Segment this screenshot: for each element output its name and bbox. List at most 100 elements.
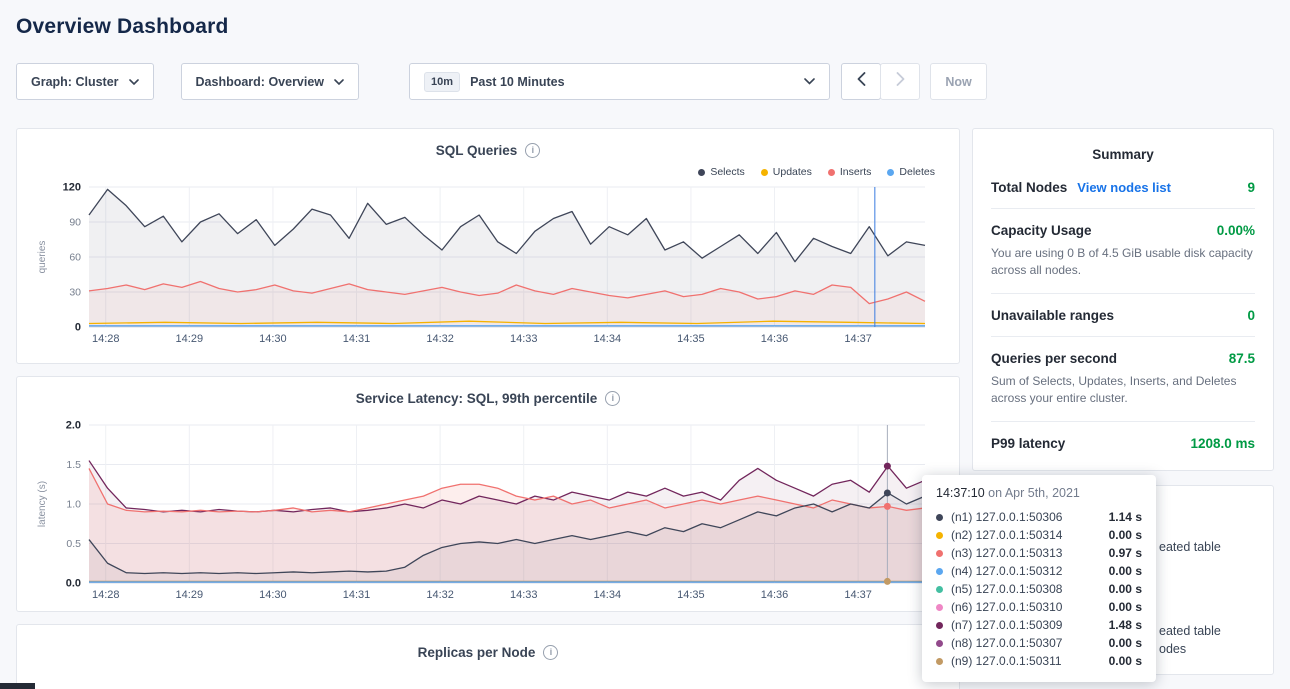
node-color-dot-icon [936, 604, 943, 611]
svg-text:14:33: 14:33 [510, 333, 538, 345]
prev-time-button[interactable] [841, 63, 881, 100]
svg-text:14:30: 14:30 [259, 333, 287, 345]
tooltip-node-value: 0.00 s [1109, 564, 1142, 578]
svg-text:0.5: 0.5 [66, 538, 81, 550]
legend-label: Inserts [840, 166, 872, 178]
tooltip-node-label: (n3) 127.0.0.1:50313 [951, 546, 1062, 560]
info-icon[interactable] [605, 391, 620, 406]
legend-item-deletes[interactable]: Deletes [887, 165, 935, 179]
sql-queries-title: SQL Queries [436, 143, 518, 158]
tooltip-node-label: (n1) 127.0.0.1:50306 [951, 510, 1062, 524]
info-icon[interactable] [543, 645, 558, 660]
svg-text:14:33: 14:33 [510, 589, 538, 601]
node-color-dot-icon [936, 658, 943, 665]
node-color-dot-icon [936, 550, 943, 557]
tooltip-node-value: 0.00 s [1109, 528, 1142, 542]
legend-item-inserts[interactable]: Inserts [828, 165, 872, 179]
event-item-fragment: eated table [1159, 540, 1221, 554]
tooltip-node-value: 0.00 s [1109, 636, 1142, 650]
summary-rows: Total NodesView nodes list9Capacity Usag… [991, 166, 1255, 464]
summary-row-label: Total Nodes [991, 180, 1067, 195]
tooltip-node-value: 1.14 s [1109, 510, 1142, 524]
replicas-per-node-panel: Replicas per Node [16, 624, 960, 689]
svg-text:14:28: 14:28 [92, 333, 120, 345]
time-window-badge: 10m [424, 72, 460, 92]
svg-text:90: 90 [69, 217, 81, 229]
legend-label: Deletes [899, 166, 935, 178]
svg-text:14:36: 14:36 [761, 589, 789, 601]
chart-hover-tooltip: 14:37:10 on Apr 5th, 2021 (n1) 127.0.0.1… [922, 475, 1156, 682]
dashboard-dropdown[interactable]: Dashboard: Overview [181, 63, 360, 100]
chevron-down-icon [129, 79, 139, 85]
summary-row-value: 0 [1247, 308, 1255, 323]
tooltip-node-label: (n8) 127.0.0.1:50307 [951, 636, 1062, 650]
tooltip-rows: (n1) 127.0.0.1:50306 1.14 s (n2) 127.0.0.1… [936, 508, 1142, 670]
legend-item-updates[interactable]: Updates [761, 165, 812, 179]
tooltip-node-row: (n8) 127.0.0.1:50307 0.00 s [936, 634, 1142, 652]
summary-row: P99 latency 1208.0 ms [991, 422, 1255, 464]
summary-row-value: 1208.0 ms [1190, 436, 1255, 451]
event-item-fragment: eated table [1159, 624, 1221, 638]
summary-row: Unavailable ranges 0 [991, 294, 1255, 337]
page-title: Overview Dashboard [16, 15, 1274, 39]
tooltip-node-row: (n2) 127.0.0.1:503140.00 s [936, 526, 1142, 544]
tooltip-node-value: 0.00 s [1109, 654, 1142, 668]
replicas-per-node-title: Replicas per Node [418, 645, 536, 660]
tooltip-time: 14:37:10 [936, 486, 985, 500]
summary-row-value: 0.00% [1217, 223, 1255, 238]
chevron-left-icon [857, 72, 866, 91]
legend-dot-icon [761, 169, 768, 176]
svg-text:2.0: 2.0 [66, 420, 81, 432]
tooltip-node-value: 0.00 s [1109, 600, 1142, 614]
svg-text:60: 60 [69, 252, 81, 264]
summary-row-label: Unavailable ranges [991, 308, 1114, 323]
tooltip-node-label: (n4) 127.0.0.1:50312 [951, 564, 1062, 578]
tooltip-node-value: 1.48 s [1109, 618, 1142, 632]
legend-label: Selects [710, 166, 744, 178]
tooltip-node-row: (n9) 127.0.0.1:50311 0.00 s [936, 652, 1142, 670]
node-color-dot-icon [936, 622, 943, 629]
now-button[interactable]: Now [930, 63, 987, 100]
node-color-dot-icon [936, 532, 943, 539]
svg-text:14:29: 14:29 [176, 589, 204, 601]
svg-text:1.0: 1.0 [66, 499, 81, 511]
tooltip-date: on Apr 5th, 2021 [985, 486, 1080, 500]
svg-text:14:32: 14:32 [426, 589, 454, 601]
sql-queries-panel: SQL Queries Selects Updates Inserts Deletes… [16, 128, 960, 364]
time-window-dropdown[interactable]: 10m Past 10 Minutes [409, 63, 830, 100]
tooltip-node-label: (n6) 127.0.0.1:50310 [951, 600, 1062, 614]
tooltip-node-value: 0.00 s [1109, 582, 1142, 596]
tooltip-node-label: (n9) 127.0.0.1:50311 [951, 654, 1062, 668]
svg-text:14:28: 14:28 [92, 589, 120, 601]
legend-dot-icon [828, 169, 835, 176]
summary-row: Queries per second87.5Sum of Selects, Up… [991, 337, 1255, 422]
svg-text:14:35: 14:35 [677, 333, 705, 345]
svg-text:14:32: 14:32 [426, 333, 454, 345]
summary-row-label: P99 latency [991, 436, 1065, 451]
controls-bar: Graph: Cluster Dashboard: Overview 10m P… [16, 63, 1274, 100]
dashboard-dropdown-label: Dashboard: Overview [196, 75, 325, 89]
svg-text:1.5: 1.5 [66, 459, 81, 471]
svg-text:14:34: 14:34 [594, 589, 622, 601]
graph-dropdown-label: Graph: Cluster [31, 75, 119, 89]
next-time-button[interactable] [880, 63, 920, 100]
service-latency-panel: Service Latency: SQL, 99th percentile 0.… [16, 376, 960, 612]
info-icon[interactable] [525, 143, 540, 158]
tooltip-node-value: 0.97 s [1109, 546, 1142, 560]
svg-text:14:37: 14:37 [844, 589, 872, 601]
tooltip-node-row: (n7) 127.0.0.1:503091.48 s [936, 616, 1142, 634]
tooltip-node-label: (n5) 127.0.0.1:50308 [951, 582, 1062, 596]
svg-text:14:35: 14:35 [677, 589, 705, 601]
legend-item-selects[interactable]: Selects [698, 165, 744, 179]
view-nodes-list-link[interactable]: View nodes list [1077, 180, 1171, 195]
svg-text:120: 120 [63, 182, 81, 194]
service-latency-chart[interactable]: 0.00.51.01.52.014:2814:2914:3014:3114:32… [33, 419, 941, 603]
svg-text:latency (s): latency (s) [37, 481, 48, 527]
sql-queries-chart[interactable]: 030609012014:2814:2914:3014:3114:3214:33… [33, 181, 941, 347]
graph-dropdown[interactable]: Graph: Cluster [16, 63, 154, 100]
service-latency-title: Service Latency: SQL, 99th percentile [356, 391, 598, 406]
svg-text:14:30: 14:30 [259, 589, 287, 601]
legend-dot-icon [698, 169, 705, 176]
svg-text:14:36: 14:36 [761, 333, 789, 345]
svg-text:queries: queries [37, 241, 48, 274]
